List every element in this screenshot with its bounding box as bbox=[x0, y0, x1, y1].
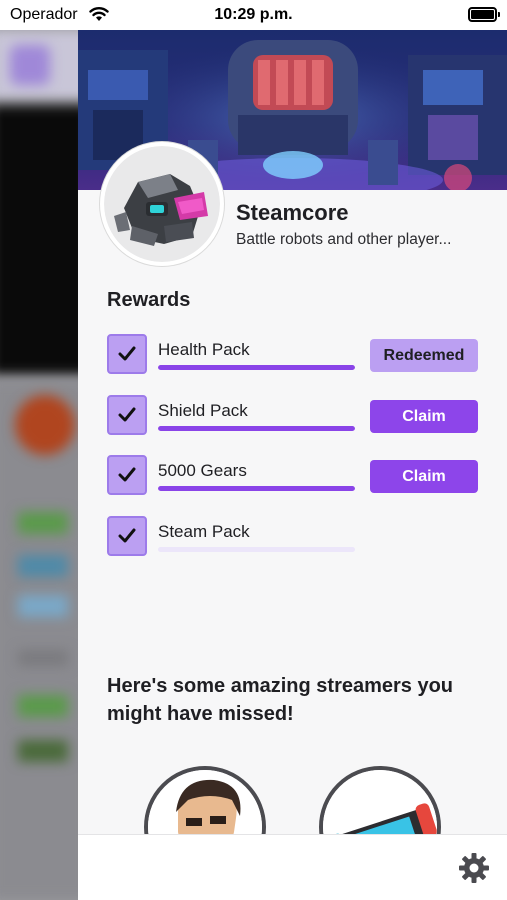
reward-checkbox[interactable] bbox=[107, 334, 147, 374]
checkmark-icon bbox=[118, 467, 136, 482]
reward-checkbox[interactable] bbox=[107, 395, 147, 435]
reward-item: Shield Pack Claim bbox=[107, 395, 479, 437]
background-app-overlay[interactable] bbox=[0, 30, 78, 900]
gear-icon[interactable] bbox=[458, 852, 490, 884]
channel-drawer: Steamcore Battle robots and other player… bbox=[78, 30, 507, 900]
reward-checkbox[interactable] bbox=[107, 455, 147, 495]
reward-label: Shield Pack bbox=[158, 401, 248, 420]
checkmark-icon bbox=[118, 346, 136, 361]
checkmark-icon bbox=[118, 528, 136, 543]
claim-button[interactable]: Claim bbox=[370, 460, 478, 493]
reward-item: Health Pack Redeemed bbox=[107, 334, 479, 376]
reward-checkbox[interactable] bbox=[107, 516, 147, 556]
rewards-heading: Rewards bbox=[107, 289, 191, 311]
reward-progress-bar bbox=[158, 426, 355, 431]
battery-icon bbox=[468, 7, 500, 22]
channel-name: Steamcore bbox=[236, 200, 349, 225]
reward-progress-bar bbox=[158, 365, 355, 370]
status-bar: Operador 10:29 p.m. bbox=[0, 0, 507, 30]
channel-description: Battle robots and other player... bbox=[236, 231, 452, 248]
reward-item: 5000 Gears Claim bbox=[107, 455, 479, 497]
claim-button[interactable]: Claim bbox=[370, 400, 478, 433]
reward-progress-bar bbox=[158, 547, 355, 552]
clock: 10:29 p.m. bbox=[214, 6, 293, 23]
reward-label: Health Pack bbox=[158, 340, 250, 359]
reward-label: Steam Pack bbox=[158, 522, 250, 541]
reward-progress-bar bbox=[158, 486, 355, 491]
reward-label: 5000 Gears bbox=[158, 461, 247, 480]
promo-heading: Here's some amazing streamers you might … bbox=[107, 675, 454, 725]
checkmark-icon bbox=[118, 407, 136, 422]
channel-avatar[interactable] bbox=[100, 142, 224, 266]
drawer-footer bbox=[78, 834, 507, 900]
redeemed-button[interactable]: Redeemed bbox=[370, 339, 478, 372]
reward-item: Steam Pack bbox=[107, 516, 479, 558]
